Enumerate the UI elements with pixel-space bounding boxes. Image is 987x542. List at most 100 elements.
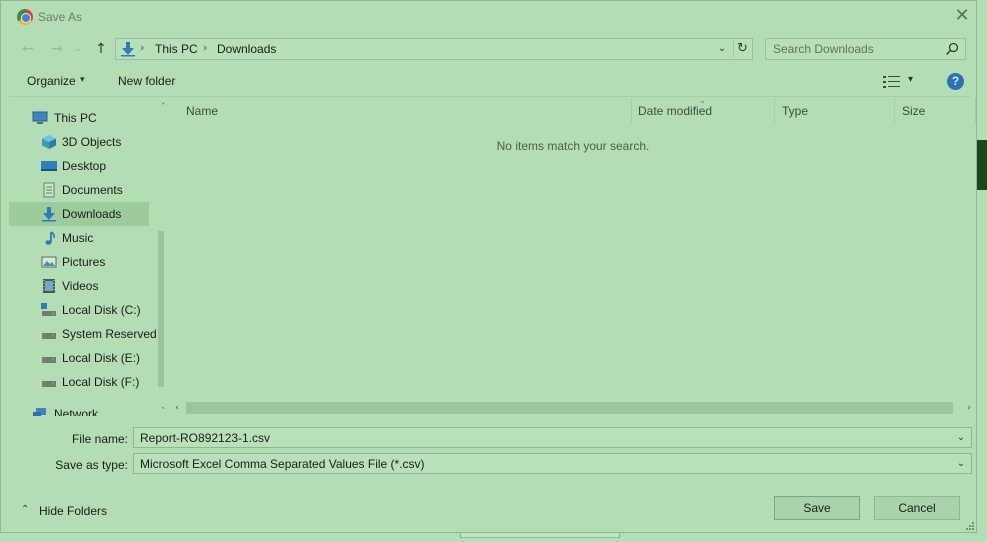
cancel-button[interactable]: Cancel — [874, 496, 960, 520]
nav-item-label: Local Disk (E:) — [62, 351, 141, 365]
help-icon[interactable]: ? — [947, 73, 964, 90]
search-placeholder: Search Downloads — [773, 42, 874, 56]
back-arrow-icon[interactable]: ← — [18, 39, 38, 59]
nav-item-label: Videos — [62, 279, 99, 293]
forward-arrow-icon[interactable]: → — [47, 39, 67, 59]
nav-item-label: Local Disk (C:) — [62, 303, 141, 317]
nav-item-desktop[interactable]: Desktop — [9, 154, 149, 178]
nav-item-local-disk-f[interactable]: Local Disk (F:) — [9, 370, 149, 394]
file-name-input[interactable]: Report-RO892123-1.csv ⌄ — [133, 427, 972, 448]
column-header-date-modified[interactable]: Date modified — [631, 98, 775, 123]
resize-grip-icon[interactable] — [963, 519, 975, 531]
scroll-up-icon[interactable]: ⌃ — [157, 100, 164, 114]
organize-caret-icon[interactable]: ▾ — [80, 75, 85, 85]
nav-item-label: Desktop — [62, 159, 107, 173]
nav-item-local-disk-e[interactable]: Local Disk (E:) — [9, 346, 149, 370]
save-as-type-select[interactable]: Microsoft Excel Comma Separated Values F… — [133, 453, 972, 474]
drive-icon — [42, 357, 56, 363]
new-folder-button[interactable]: New folder — [118, 74, 175, 88]
nav-item-label: This PC — [54, 111, 97, 125]
search-icon[interactable] — [945, 42, 959, 56]
document-icon — [43, 182, 55, 198]
nav-item-pictures[interactable]: Pictures — [9, 250, 149, 274]
background-window-right — [977, 0, 987, 542]
file-name-value[interactable]: Report-RO892123-1.csv — [140, 431, 270, 445]
network-icon — [33, 408, 46, 416]
view-caret-icon[interactable]: ▾ — [908, 74, 913, 85]
column-header-size[interactable]: Size — [895, 98, 976, 123]
drive-icon — [41, 303, 56, 316]
column-header-type[interactable]: Type — [775, 98, 895, 123]
background-window-bottom — [0, 532, 987, 542]
breadcrumb-separator[interactable]: › — [203, 41, 207, 54]
breadcrumb-this-pc[interactable]: This PC — [155, 42, 198, 56]
downloads-icon — [121, 42, 135, 57]
nav-item-label: Downloads — [62, 207, 122, 221]
address-dropdown-icon[interactable]: ⌄ — [714, 41, 730, 57]
nav-item-downloads[interactable]: Downloads — [9, 202, 149, 226]
scroll-left-icon[interactable]: ‹ — [170, 401, 184, 415]
nav-item-this-pc[interactable]: This PC — [9, 106, 149, 130]
nav-item-label: 3D Objects — [62, 135, 122, 149]
change-view-button[interactable]: ▾ — [883, 73, 923, 91]
breadcrumb-downloads[interactable]: Downloads — [217, 42, 276, 56]
picture-icon — [41, 256, 57, 268]
command-toolbar: Organize ▾ New folder ▾ ? — [9, 67, 969, 97]
nav-item-label: Pictures — [62, 255, 106, 269]
empty-results-message: No items match your search. — [496, 139, 650, 153]
column-label: Type — [782, 104, 809, 118]
nav-item-label: Music — [62, 231, 94, 245]
nav-item-label: System Reserved — [62, 327, 157, 341]
save-button[interactable]: Save — [774, 496, 860, 520]
nav-item-label: Documents — [62, 183, 123, 197]
nav-item-videos[interactable]: Videos — [9, 274, 149, 298]
chevron-up-icon: ⌃ — [21, 504, 30, 515]
nav-item-local-disk-c[interactable]: Local Disk (C:) — [9, 298, 149, 322]
close-icon[interactable]: ✕ — [946, 3, 978, 31]
scroll-down-icon[interactable]: ⌄ — [157, 400, 164, 414]
file-list: Name ⌄ Date modified Type Size No items … — [165, 96, 976, 416]
chevron-down-icon[interactable]: ⌄ — [954, 430, 968, 445]
scroll-right-icon[interactable]: › — [962, 401, 976, 415]
address-bar[interactable]: › This PC › Downloads ⌄ ↻ — [115, 38, 753, 60]
recent-locations-icon[interactable]: ⌄ — [71, 39, 85, 59]
column-label: Date modified — [638, 104, 713, 118]
drive-icon — [42, 333, 56, 339]
nav-item-label: Network — [54, 407, 99, 416]
search-input[interactable]: Search Downloads — [765, 38, 966, 60]
refresh-icon[interactable]: ↻ — [733, 40, 751, 58]
scrollbar-thumb[interactable] — [186, 402, 953, 414]
up-arrow-icon[interactable]: ↑ — [91, 39, 111, 59]
details-view-icon — [883, 76, 900, 88]
column-label: Size — [902, 104, 926, 118]
nav-item-system-reserved[interactable]: System Reserved — [9, 322, 157, 346]
breadcrumb-separator[interactable]: › — [140, 41, 144, 54]
video-icon — [43, 279, 55, 293]
column-header-name[interactable]: Name — [179, 98, 632, 123]
horizontal-scrollbar[interactable]: ‹ › — [165, 400, 976, 416]
music-icon — [45, 231, 55, 245]
nav-item-3d-objects[interactable]: 3D Objects — [9, 130, 149, 154]
column-label: Name — [186, 104, 219, 118]
hide-folders-label: Hide Folders — [39, 504, 108, 518]
scrollbar-thumb[interactable] — [158, 231, 164, 387]
save-as-type-value: Microsoft Excel Comma Separated Values F… — [140, 457, 425, 471]
cube-icon — [42, 135, 56, 149]
organize-button[interactable]: Organize — [27, 74, 76, 88]
chevron-down-icon[interactable]: ⌄ — [954, 456, 968, 471]
file-name-label: File name: — [71, 432, 128, 446]
drive-icon — [42, 381, 56, 387]
dialog-title: Save As — [38, 10, 83, 24]
nav-item-label: Local Disk (F:) — [62, 375, 140, 389]
nav-item-music[interactable]: Music — [9, 226, 149, 250]
nav-item-documents[interactable]: Documents — [9, 178, 149, 202]
title-bar: Save As ✕ — [1, 1, 978, 33]
nav-item-network[interactable]: Network — [9, 402, 149, 416]
save-as-type-label: Save as type: — [55, 458, 128, 472]
download-icon — [42, 207, 56, 222]
chrome-icon — [17, 9, 33, 25]
save-as-dialog: Save As ✕ ← → ⌄ ↑ › This PC › Downloads … — [0, 0, 977, 533]
navpane-scrollbar[interactable]: ⌃ ⌄ — [157, 98, 164, 416]
navigation-pane: This PC 3D Objects Desktop Documents Dow… — [9, 98, 164, 416]
computer-icon — [32, 111, 48, 124]
